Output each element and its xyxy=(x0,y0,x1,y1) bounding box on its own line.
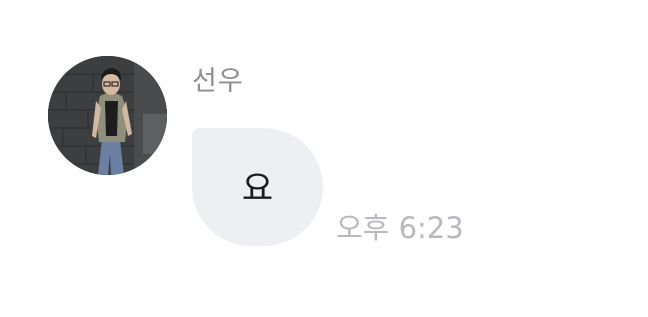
message-timestamp: 오후 6:23 xyxy=(336,211,464,245)
sender-name: 선우 xyxy=(192,66,244,97)
avatar[interactable] xyxy=(48,56,167,175)
avatar-photo-icon xyxy=(48,56,167,175)
message-text: 요 xyxy=(241,169,274,209)
chat-message-row: 선우 요 오후 6:23 xyxy=(0,0,648,317)
message-bubble[interactable]: 요 xyxy=(192,128,323,246)
